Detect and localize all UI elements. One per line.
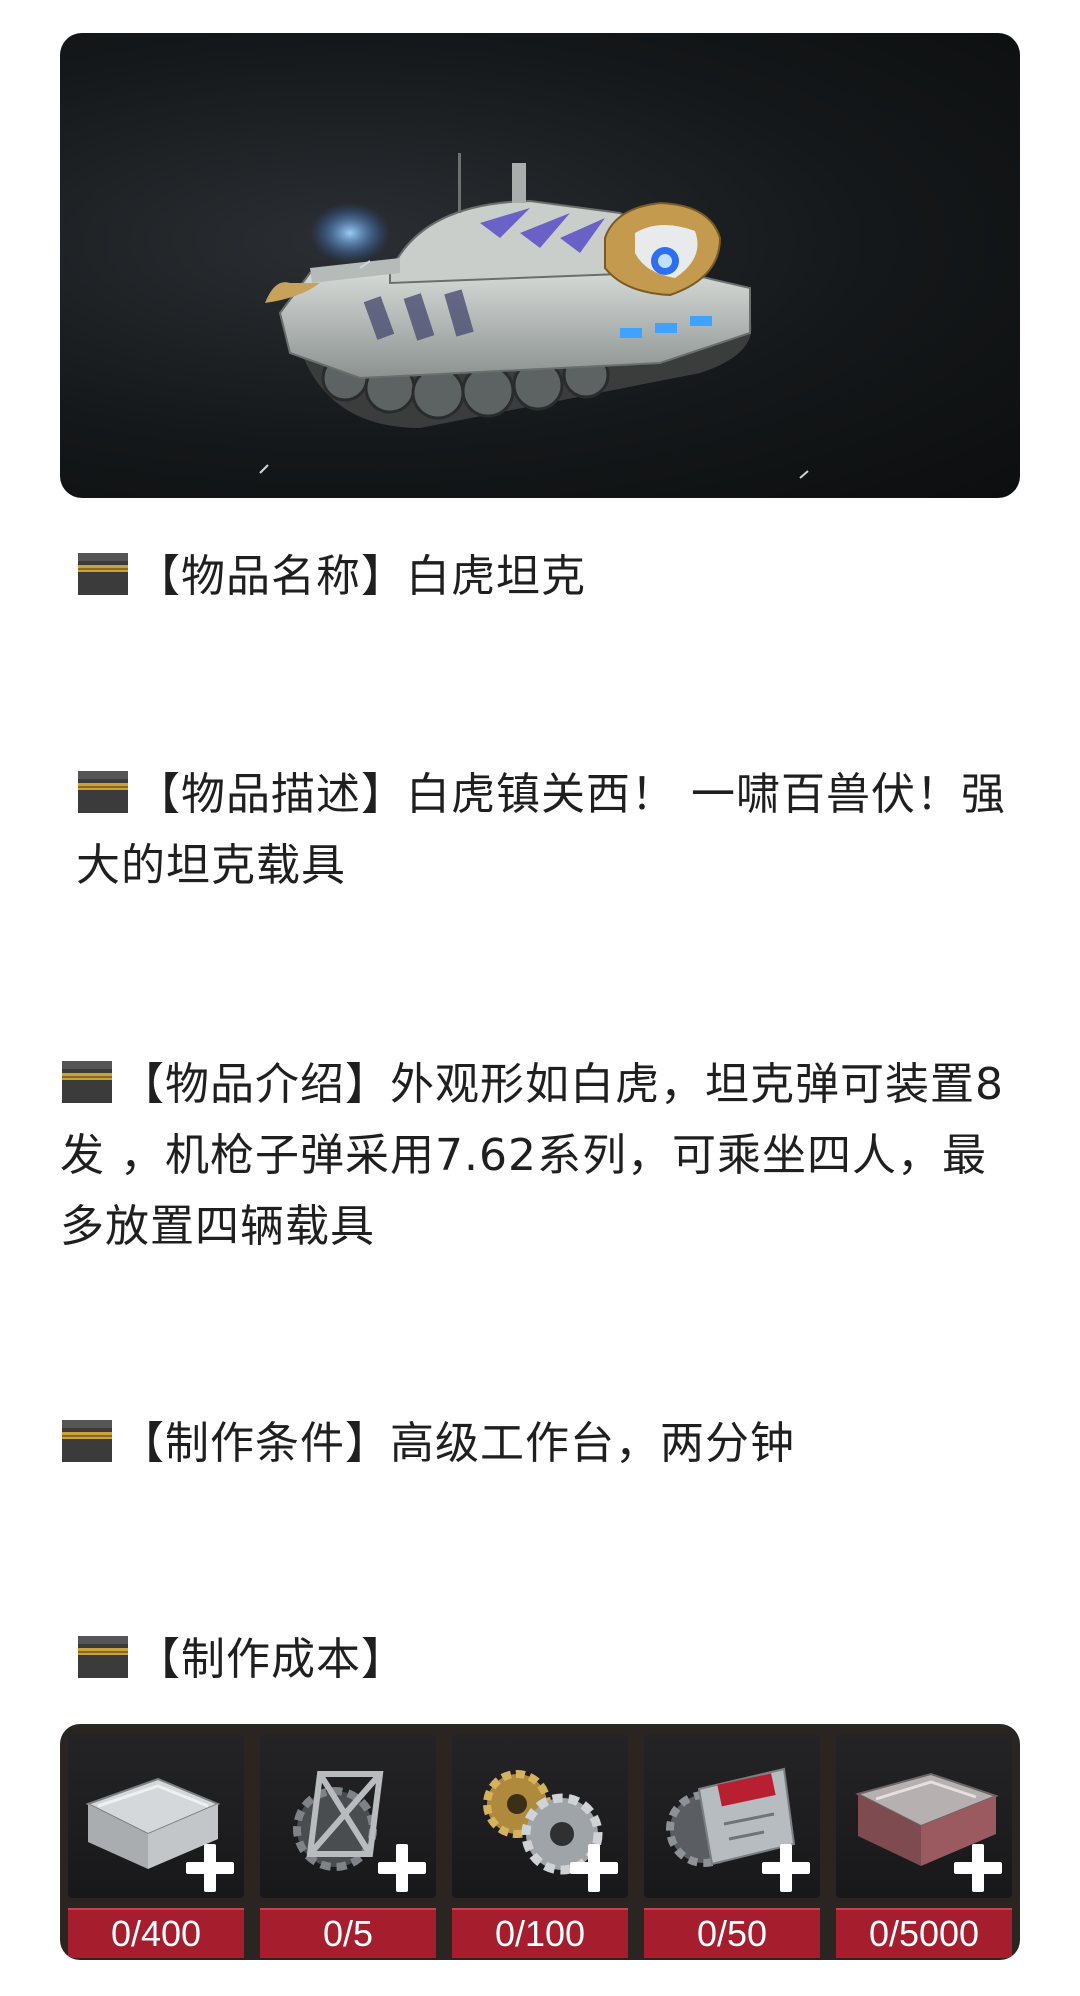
crafting-cost-section: 【制作成本】	[60, 1624, 1020, 1695]
cost-item: 0/400	[60, 1724, 252, 1960]
cost-item-tile	[260, 1734, 436, 1898]
cost-item-count: 0/5000	[836, 1908, 1012, 1958]
cost-item-tile	[68, 1734, 244, 1898]
cost-item: 0/5000	[828, 1724, 1020, 1960]
cost-item-count: 0/50	[644, 1908, 820, 1958]
item-name-section: 【物品名称】白虎坦克	[60, 541, 1020, 612]
crafting-conditions-text: 【制作条件】高级工作台，两分钟	[120, 1418, 795, 1469]
plus-icon	[568, 1842, 620, 1894]
cost-item-count: 0/400	[68, 1908, 244, 1958]
item-intro-section: 【物品介绍】外观形如白虎，坦克弹可装置8发 ，机枪子弹采用7.62系列，可乘坐四…	[60, 1049, 1020, 1262]
cost-item-count: 0/100	[452, 1908, 628, 1958]
item-name-text: 【物品名称】白虎坦克	[136, 551, 586, 602]
crafting-cost-heading: 【制作成本】	[136, 1634, 406, 1685]
kaaba-icon	[62, 1061, 112, 1103]
item-intro-text: 【物品介绍】外观形如白虎，坦克弹可装置8发 ，机枪子弹采用7.62系列，可乘坐四…	[60, 1059, 1004, 1252]
cost-item: 0/50	[636, 1724, 828, 1960]
plus-icon	[952, 1842, 1004, 1894]
cost-item-tile	[644, 1734, 820, 1898]
crafting-conditions-section: 【制作条件】高级工作台，两分钟	[60, 1408, 1020, 1479]
cost-item-count: 0/5	[260, 1908, 436, 1958]
white-tiger-tank-image	[259, 153, 809, 479]
kaaba-icon	[78, 553, 128, 595]
item-preview-image	[60, 33, 1020, 498]
item-description-text: 【物品描述】白虎镇关西！ 一啸百兽伏！强大的坦克载具	[76, 769, 1006, 891]
item-description-section: 【物品描述】白虎镇关西！ 一啸百兽伏！强大的坦克载具	[60, 759, 1020, 901]
kaaba-icon	[78, 771, 128, 813]
crafting-cost-image: 0/400 0/5 0/100 0/50 0/5000	[60, 1724, 1020, 1960]
cost-item-tile	[836, 1734, 1012, 1898]
cost-item-tile	[452, 1734, 628, 1898]
plus-icon	[376, 1842, 428, 1894]
cost-item: 0/5	[252, 1724, 444, 1960]
plus-icon	[184, 1842, 236, 1894]
cost-item: 0/100	[444, 1724, 636, 1960]
plus-icon	[760, 1842, 812, 1894]
kaaba-icon	[62, 1420, 112, 1462]
kaaba-icon	[78, 1636, 128, 1678]
